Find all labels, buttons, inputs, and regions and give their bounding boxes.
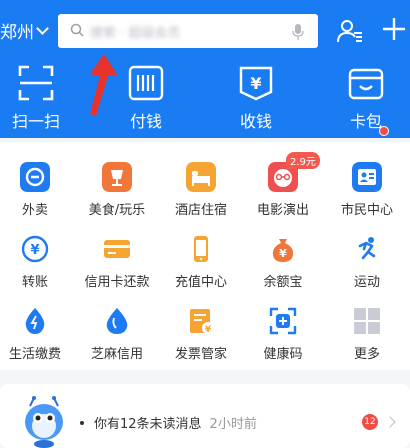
service-label: 外卖	[21, 203, 48, 218]
scan-icon	[18, 65, 54, 101]
svg-text:¥: ¥	[205, 325, 212, 335]
city-label: 郑州	[0, 23, 34, 43]
service-citizen[interactable]: 市民中心	[326, 162, 408, 218]
sesame-icon	[106, 308, 128, 334]
chevron-down-icon	[36, 21, 49, 35]
pay-label: 付钱	[129, 112, 162, 131]
card-pack-icon	[348, 68, 384, 100]
service-label: 生活缴费	[8, 347, 61, 362]
receive-label: 收钱	[239, 112, 272, 131]
service-label: 芝麻信用	[90, 347, 143, 362]
service-label: 发票管家	[174, 347, 227, 362]
add-icon[interactable]	[380, 15, 408, 43]
more-grid-icon	[354, 308, 380, 334]
receive-button[interactable]: ¥ 收钱	[216, 64, 296, 132]
service-label: 电影演出	[256, 203, 309, 218]
service-label: 充值中心	[174, 275, 227, 290]
services-grid: 外卖 美食/玩乐 酒店住宿 电影演出 市民中心 ¥ 转账 信用卡还款 充值中心 …	[0, 142, 410, 370]
svg-text:¥: ¥	[250, 74, 261, 93]
service-label: 运动	[353, 275, 380, 290]
yuebao-icon: ¥	[272, 239, 294, 262]
transfer-icon: ¥	[21, 235, 49, 263]
search-input[interactable]: 搜索 · 超级会员	[58, 14, 318, 48]
food-icon	[102, 162, 132, 192]
search-placeholder: 搜索 · 超级会员	[90, 26, 181, 41]
unread-count-badge: 12	[362, 414, 378, 430]
message-time: 2小时前	[209, 417, 257, 432]
service-invoice[interactable]: ¥ 发票管家	[160, 306, 242, 362]
bullet-dot	[80, 420, 84, 425]
service-movie[interactable]: 电影演出	[242, 162, 324, 218]
hotel-icon	[186, 162, 216, 192]
svg-text:¥: ¥	[30, 243, 39, 258]
invoice-icon: ¥	[190, 309, 214, 335]
service-sport[interactable]: 运动	[326, 234, 408, 290]
svg-text:¥: ¥	[279, 247, 287, 260]
service-label: 信用卡还款	[84, 275, 150, 290]
citizen-icon	[352, 162, 382, 192]
service-label: 健康码	[263, 347, 303, 362]
main-actions: 扫一扫 付钱 ¥ 收钱 卡包	[0, 64, 410, 136]
card-pack-label: 卡包	[349, 112, 382, 131]
service-label: 余额宝	[263, 275, 303, 290]
contacts-icon[interactable]	[336, 17, 364, 45]
barcode-pay-icon	[128, 65, 164, 101]
message-row[interactable]: 你有12条未读消息 2小时前	[80, 413, 257, 432]
service-transfer[interactable]: ¥ 转账	[0, 234, 76, 290]
city-selector[interactable]: 郑州	[0, 18, 49, 43]
service-health-code[interactable]: 健康码	[242, 306, 324, 362]
scan-label: 扫一扫	[11, 112, 60, 131]
movie-price-badge: 2.9元	[286, 152, 320, 169]
yuan-receive-icon: ¥	[239, 66, 273, 101]
top-bar: 郑州 搜索 · 超级会员	[0, 14, 410, 48]
mascot-icon	[25, 396, 63, 448]
service-credit-card[interactable]: 信用卡还款	[76, 234, 158, 290]
service-label: 更多	[353, 347, 380, 362]
service-sesame[interactable]: 芝麻信用	[76, 306, 158, 362]
service-takeout[interactable]: 外卖	[0, 162, 76, 218]
search-icon	[70, 23, 84, 37]
sport-icon	[358, 237, 376, 260]
health-code-icon	[269, 307, 297, 335]
service-label: 酒店住宿	[174, 203, 227, 218]
service-hotel[interactable]: 酒店住宿	[160, 162, 242, 218]
utility-icon	[25, 308, 45, 334]
service-utility[interactable]: 生活缴费	[0, 306, 76, 362]
service-recharge[interactable]: 充值中心	[160, 234, 242, 290]
service-label: 市民中心	[340, 203, 393, 218]
service-label: 美食/玩乐	[88, 203, 146, 218]
message-text: 你有12条未读消息	[94, 417, 202, 432]
takeout-icon	[20, 162, 50, 192]
pay-button[interactable]: 付钱	[106, 64, 186, 132]
phone-recharge-icon	[194, 236, 208, 262]
scan-button[interactable]: 扫一扫	[0, 64, 76, 132]
microphone-icon[interactable]	[292, 23, 304, 41]
service-yuebao[interactable]: ¥ 余额宝	[242, 234, 324, 290]
service-food[interactable]: 美食/玩乐	[76, 162, 158, 218]
notification-dot	[379, 126, 389, 136]
service-label: 转账	[21, 275, 48, 290]
credit-card-icon	[104, 240, 130, 258]
card-pack-button[interactable]: 卡包	[326, 64, 406, 132]
service-more[interactable]: 更多	[326, 306, 408, 362]
